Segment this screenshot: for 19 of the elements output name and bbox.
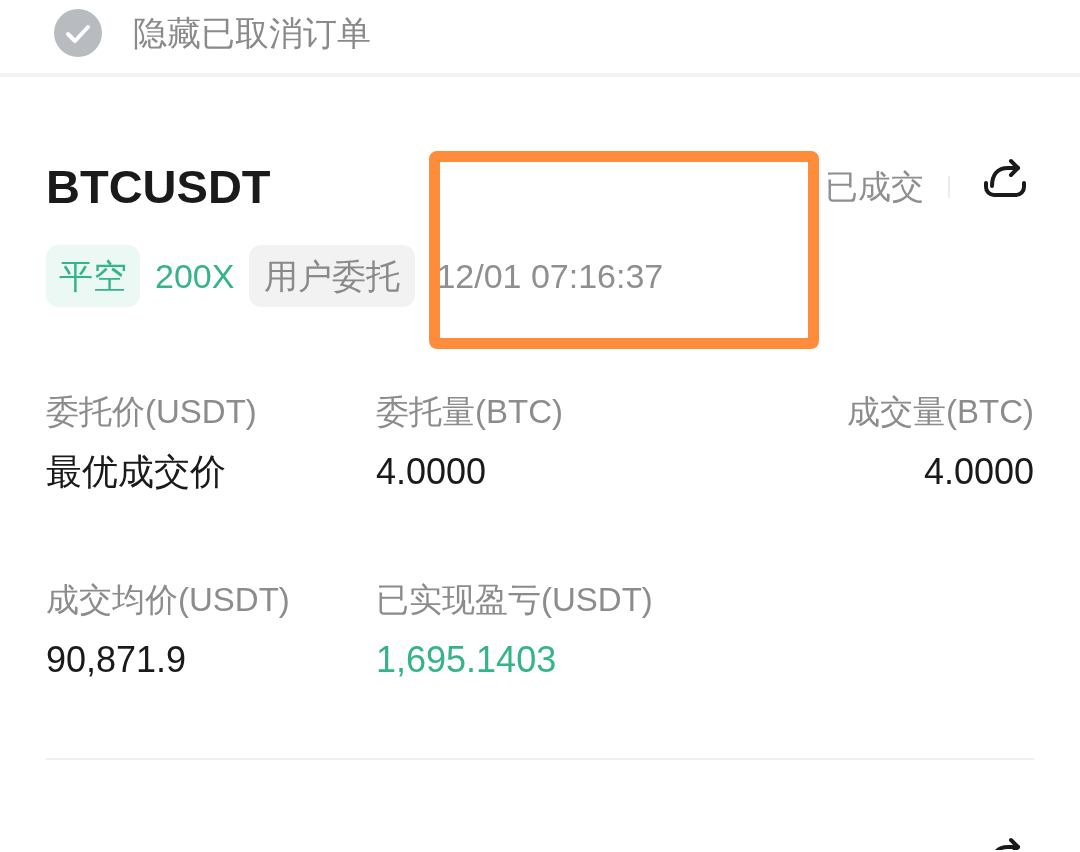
side-tag: 平空	[46, 245, 140, 307]
order-status: 已成交	[825, 167, 924, 207]
source-tag: 用户委托	[249, 245, 416, 307]
field-value: 最优成交价	[46, 452, 226, 492]
field-value: 4.0000	[923, 452, 1034, 492]
field-label: 委托价(USDT)	[46, 392, 257, 432]
trading-pair-title: BTCUSDT	[46, 159, 271, 215]
field-value: 90,871.9	[46, 640, 187, 680]
field-label: 委托量(BTC)	[376, 392, 563, 432]
filter-label[interactable]: 隐藏已取消订单	[133, 11, 371, 55]
order-time: 12/01 07:16:37	[436, 256, 664, 297]
field-label: 成交均价(USDT)	[46, 580, 290, 620]
pnl-value: 1,695.1403	[376, 640, 557, 680]
leverage-label: 200X	[155, 256, 235, 297]
field-label: 已实现盈亏(USDT)	[376, 580, 653, 620]
share-icon[interactable]	[983, 156, 1027, 198]
field-label: 成交量(BTC)	[847, 392, 1034, 432]
field-value: 4.0000	[376, 452, 487, 492]
checkbox-icon[interactable]	[54, 9, 102, 57]
